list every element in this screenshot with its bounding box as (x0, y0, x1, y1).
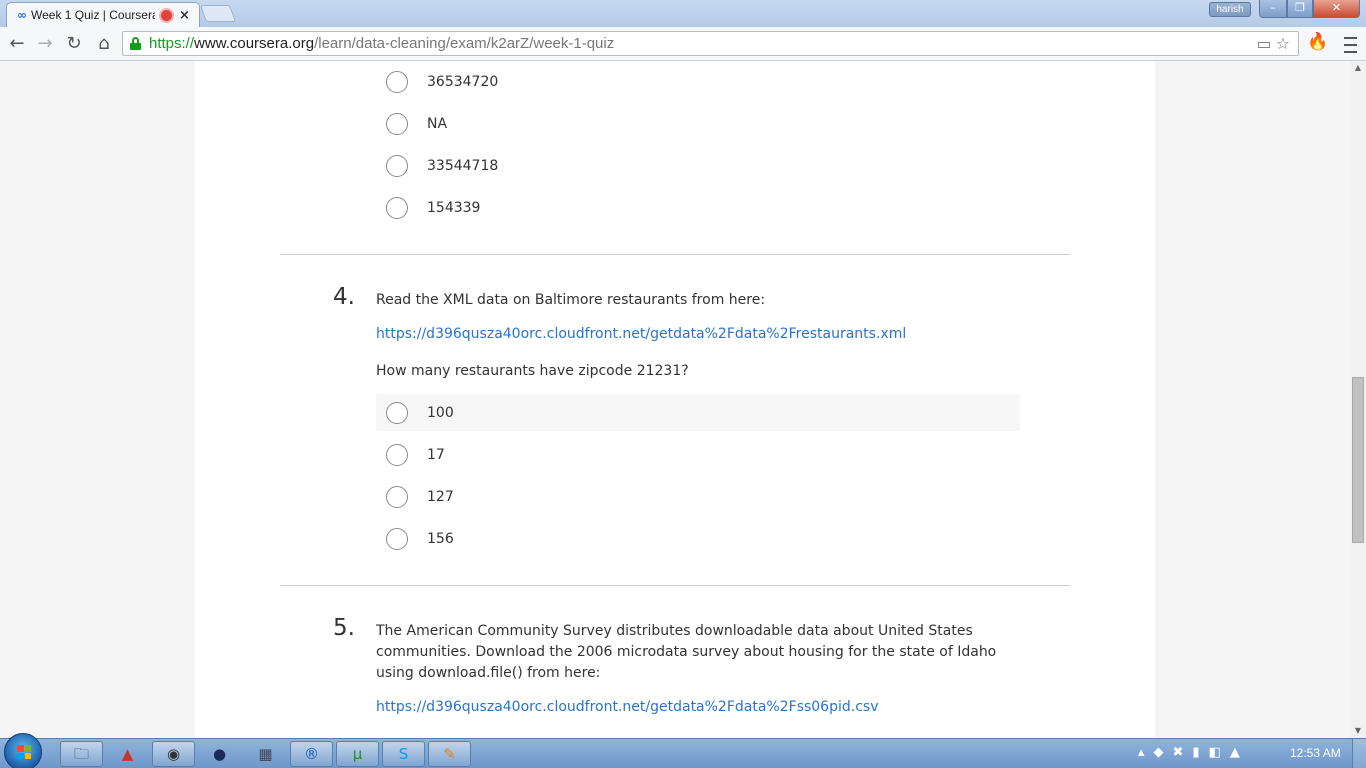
scroll-up-arrow-icon[interactable]: ▲ (1350, 61, 1366, 75)
browser-tab[interactable]: ∞ Week 1 Quiz | Coursera × (6, 2, 200, 27)
question-divider (280, 585, 1070, 586)
option-label: NA (427, 115, 448, 132)
windows-logo-icon (17, 745, 31, 759)
forward-arrow-icon[interactable]: → (33, 32, 57, 56)
radio-button[interactable] (386, 196, 408, 219)
browser-toolbar: ← → ↻ ⌂ https://www.coursera.org/learn/d… (0, 27, 1366, 61)
option-label: 156 (427, 530, 454, 547)
taskbar-clock[interactable]: 12:53 AM (1290, 746, 1341, 760)
question-number: 4. (333, 284, 355, 310)
system-tray-icons[interactable]: ▴◆✖▮◧▲ (1138, 745, 1249, 763)
paint-icon[interactable]: ✎ (428, 741, 471, 767)
question-text: Read the XML data on Baltimore restauran… (376, 292, 766, 308)
browser-menu-icon[interactable] (1340, 32, 1360, 54)
q4-option[interactable]: 127 (376, 478, 1020, 515)
extension-fire-icon[interactable]: 🔥 (1307, 32, 1329, 54)
url-text: https://www.coursera.org/learn/data-clea… (149, 35, 615, 52)
close-window-button[interactable]: ✕ (1313, 0, 1360, 18)
radio-button[interactable] (386, 401, 408, 424)
q3-option[interactable]: 36534720 (376, 63, 1020, 100)
radio-button[interactable] (386, 112, 408, 135)
taskbar: 🗀 ▲ ◉ ● ▦ ® µ S ✎ ▴◆✖▮◧▲ 12:53 AM (0, 733, 1366, 768)
q4-option[interactable]: 156 (376, 520, 1020, 557)
option-label: 154339 (427, 199, 481, 216)
data-link[interactable]: https://d396qusza40orc.cloudfront.net/ge… (376, 326, 906, 342)
profile-button[interactable]: harish (1209, 2, 1251, 17)
radio-button[interactable] (386, 443, 408, 466)
option-label: 127 (427, 488, 454, 505)
tab-close-icon[interactable]: × (179, 8, 190, 23)
back-arrow-icon[interactable]: ← (5, 32, 29, 56)
tab-title: Week 1 Quiz | Coursera (31, 8, 155, 22)
radio-button[interactable] (386, 485, 408, 508)
coursera-favicon-icon: ∞ (17, 8, 27, 22)
question-prompt: How many restaurants have zipcode 21231? (376, 363, 689, 379)
calculator-icon[interactable]: ▦ (244, 741, 287, 767)
address-bar[interactable]: https://www.coursera.org/learn/data-clea… (122, 31, 1299, 56)
bookmark-star-icon[interactable]: ▭☆ (1257, 34, 1294, 53)
skype-icon[interactable]: S (382, 741, 425, 767)
q3-option[interactable]: NA (376, 105, 1020, 142)
recording-icon (161, 9, 172, 21)
r-studio-icon[interactable]: ® (290, 741, 333, 767)
quiz-card: 36534720 NA 33544718 154339 4. Read the … (195, 61, 1155, 738)
reload-icon[interactable]: ↻ (62, 32, 86, 56)
home-icon[interactable]: ⌂ (92, 32, 116, 56)
radio-button[interactable] (386, 70, 408, 93)
page-scrollbar[interactable]: ▲ ▼ (1350, 61, 1366, 738)
new-tab-button[interactable] (199, 5, 237, 22)
radio-button[interactable] (386, 527, 408, 550)
scroll-down-arrow-icon[interactable]: ▼ (1350, 724, 1366, 738)
q3-option[interactable]: 33544718 (376, 147, 1020, 184)
minimize-button[interactable]: – (1259, 0, 1287, 18)
question-text: The American Community Survey distribute… (376, 623, 997, 681)
start-button[interactable] (4, 733, 42, 768)
file-explorer-icon[interactable]: 🗀 (60, 741, 103, 767)
scrollbar-thumb[interactable] (1352, 377, 1364, 543)
matlab-icon[interactable]: ▲ (106, 741, 149, 767)
question-number: 5. (333, 615, 355, 641)
q4-option[interactable]: 100 (376, 394, 1020, 431)
option-label: 100 (427, 404, 454, 421)
eclipse-icon[interactable]: ● (198, 741, 241, 767)
radio-button[interactable] (386, 154, 408, 177)
option-label: 17 (427, 446, 445, 463)
data-link[interactable]: https://d396qusza40orc.cloudfront.net/ge… (376, 699, 878, 715)
lock-icon (130, 37, 141, 50)
question-divider (280, 254, 1070, 255)
utorrent-icon[interactable]: µ (336, 741, 379, 767)
option-label: 33544718 (427, 157, 499, 174)
maximize-button[interactable]: ❐ (1287, 0, 1313, 18)
q4-option[interactable]: 17 (376, 436, 1020, 473)
chrome-icon[interactable]: ◉ (152, 741, 195, 767)
page-viewport: 36534720 NA 33544718 154339 4. Read the … (0, 61, 1350, 738)
show-desktop-button[interactable] (1352, 739, 1366, 768)
option-label: 36534720 (427, 73, 499, 90)
q3-option[interactable]: 154339 (376, 189, 1020, 226)
title-bar: ∞ Week 1 Quiz | Coursera × harish – ❐ ✕ (0, 0, 1366, 27)
